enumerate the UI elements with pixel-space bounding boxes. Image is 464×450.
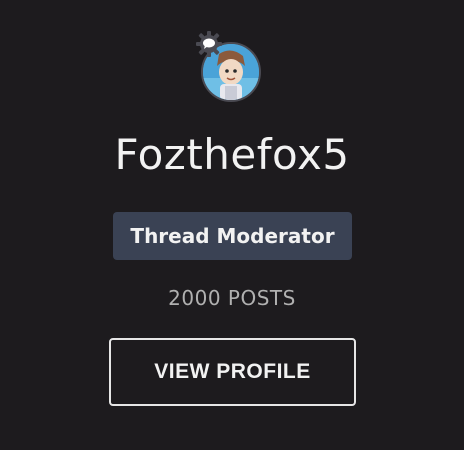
view-profile-button[interactable]: VIEW PROFILE — [109, 338, 356, 406]
avatar-container[interactable] — [196, 31, 265, 106]
chat-bubble-gear-icon — [196, 31, 222, 57]
username: Fozthefox5 — [114, 130, 350, 179]
role-badge: Thread Moderator — [113, 212, 352, 260]
post-count: 2000 POSTS — [168, 286, 296, 310]
profile-card: Fozthefox5 Thread Moderator 2000 POSTS V… — [0, 0, 464, 450]
